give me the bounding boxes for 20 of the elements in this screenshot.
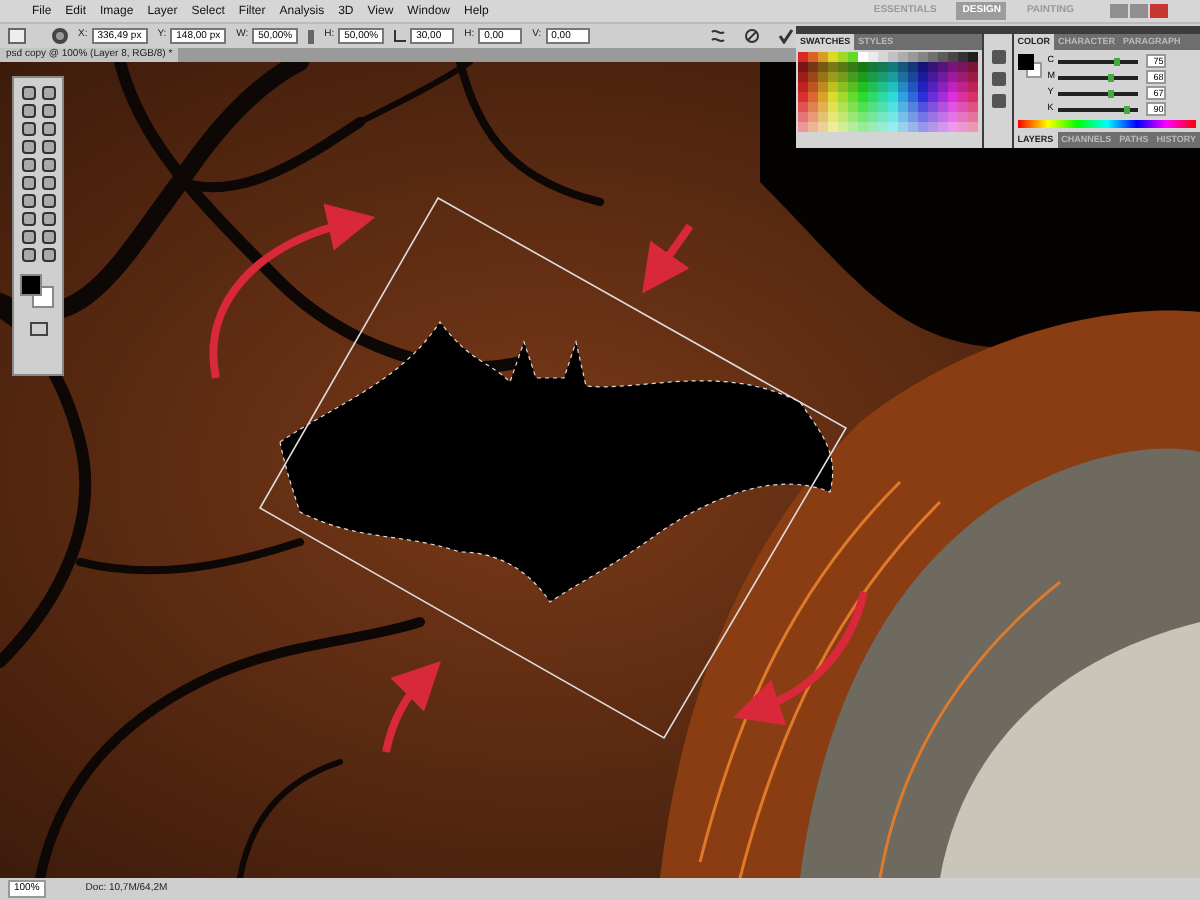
slider-thumb[interactable] — [1113, 57, 1120, 65]
reference-point-icon[interactable] — [52, 28, 68, 44]
color-spectrum-bar[interactable] — [1017, 120, 1196, 128]
straight-arrow — [642, 223, 694, 294]
slider-thumb[interactable] — [1107, 73, 1114, 81]
tool-preset-icon[interactable] — [8, 28, 26, 44]
curved-arrow — [382, 660, 441, 753]
commit-icon[interactable] — [778, 28, 794, 44]
quick-mask-icon[interactable] — [29, 322, 47, 336]
foreground-color-swatch[interactable] — [20, 274, 42, 296]
cancel-icon[interactable] — [744, 28, 760, 44]
swatch-grid[interactable] — [796, 50, 983, 134]
link-icon[interactable] — [308, 29, 315, 43]
transform-bounding-box[interactable] — [258, 196, 848, 740]
warp-icon[interactable] — [710, 28, 726, 44]
angle-icon — [394, 30, 407, 42]
slider-thumb[interactable] — [1107, 89, 1114, 97]
foreground-color-swatch[interactable] — [1017, 54, 1034, 70]
curved-arrow — [733, 590, 868, 725]
slider-thumb[interactable] — [1124, 105, 1131, 113]
